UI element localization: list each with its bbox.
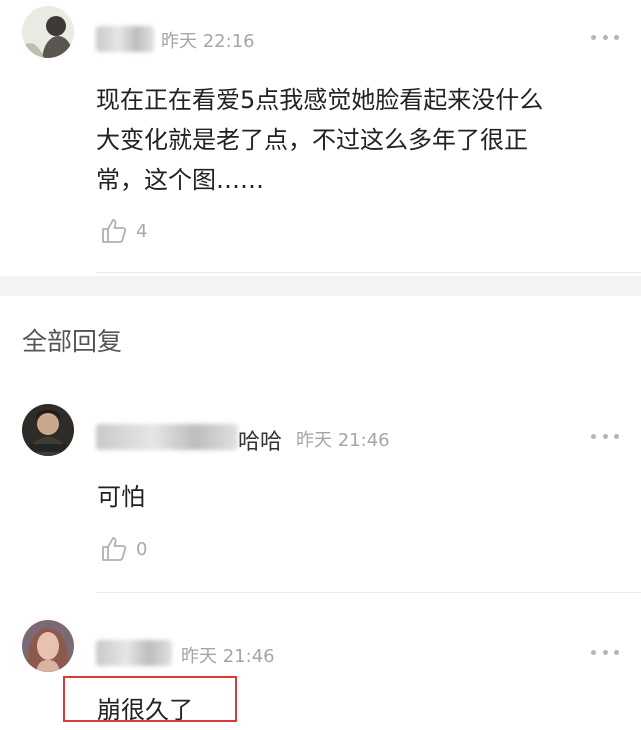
reply-like-button[interactable]: 0 <box>100 535 147 563</box>
top-comment-line: 大变化就是老了点，不过这么多年了很正 <box>96 126 528 154</box>
top-comment-text: 现在正在看爱5点我感觉她脸看起来没什么 大变化就是老了点，不过这么多年了很正 常… <box>96 80 616 200</box>
top-comment-divider <box>96 272 641 273</box>
top-comment-like-count: 4 <box>136 220 148 242</box>
section-separator <box>0 276 641 296</box>
top-comment-like-button[interactable]: 4 <box>100 217 147 245</box>
more-dots-icon[interactable] <box>591 431 619 441</box>
reply-time: 昨天 21:46 <box>181 646 275 667</box>
more-dots-icon[interactable] <box>591 647 619 657</box>
reply-text: 可怕 <box>97 483 145 511</box>
top-comment-avatar[interactable] <box>22 6 74 58</box>
thumbs-up-icon <box>102 219 127 243</box>
reply-username-blurred[interactable] <box>96 640 172 666</box>
more-dots-icon[interactable] <box>591 32 619 42</box>
reply-like-count: 0 <box>136 538 148 560</box>
reply-username-blurred[interactable] <box>96 424 238 450</box>
top-comment-time: 昨天 22:16 <box>161 31 255 52</box>
reply-time: 昨天 21:46 <box>296 430 390 451</box>
thumbs-up-icon <box>102 537 127 561</box>
top-comment-username[interactable] <box>96 26 154 52</box>
replies-section-title: 全部回复 <box>22 327 123 356</box>
reply-username-suffix[interactable]: 哈哈 <box>238 424 282 456</box>
top-comment-line: 现在正在看爱5点我感觉她脸看起来没什么 <box>96 86 544 114</box>
top-comment-line: 常，这个图…… <box>96 166 264 194</box>
reply-avatar[interactable] <box>22 404 74 456</box>
reply-divider <box>96 592 641 593</box>
highlight-box <box>63 676 237 722</box>
reply-avatar[interactable] <box>22 620 74 672</box>
